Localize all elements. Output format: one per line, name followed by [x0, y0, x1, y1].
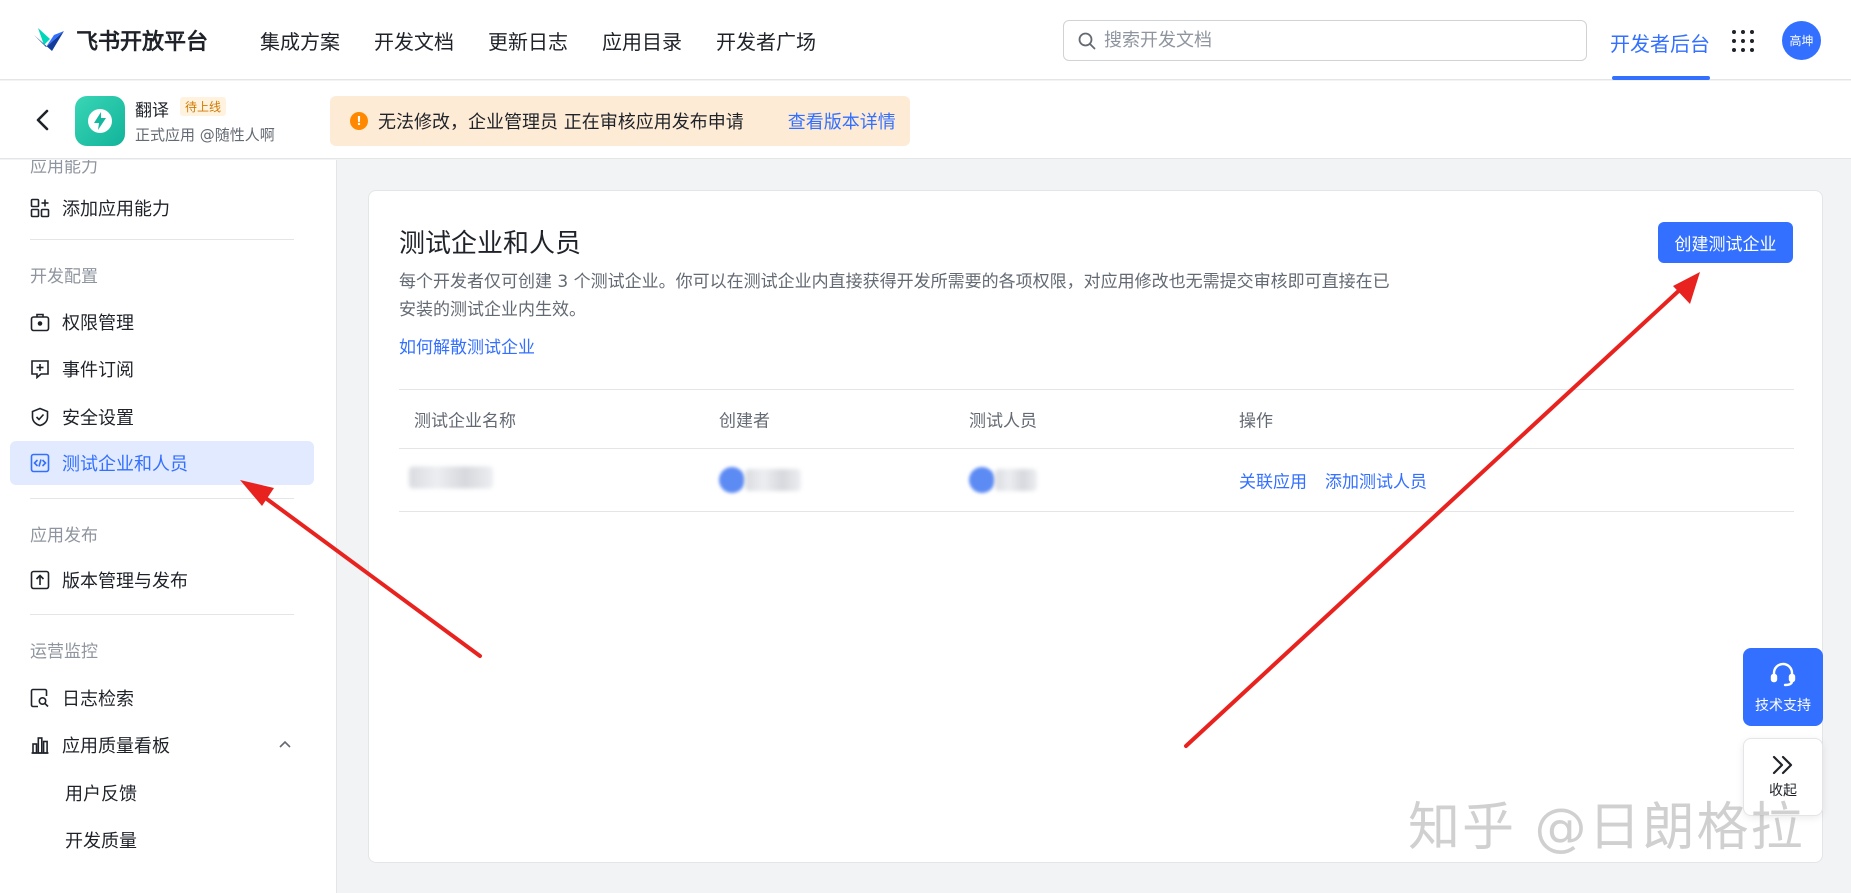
sidebar-item-label: 测试企业和人员 — [62, 454, 188, 475]
bar-chart-icon — [31, 737, 49, 754]
column-header: 操作 — [1239, 411, 1273, 432]
active-tab-indicator — [1612, 76, 1710, 80]
sidebar-item-test-enterprise[interactable]: 测试企业和人员 — [10, 441, 314, 485]
back-button[interactable] — [30, 107, 54, 133]
tech-support-label: 技术支持 — [1755, 698, 1811, 714]
sidebar-subitem-dev-quality[interactable]: 开发质量 — [65, 827, 137, 853]
tester-redacted — [969, 467, 1037, 493]
sidebar-item-version-release[interactable]: 版本管理与发布 — [10, 558, 314, 602]
zhihu-watermark: 知乎 @日朗格拉 — [1408, 798, 1805, 858]
sidebar-group-ops: 运营监控 — [30, 642, 98, 662]
brand-logo[interactable]: 飞书开放平台 — [32, 24, 208, 56]
sidebar-item-log-search[interactable]: 日志检索 — [10, 676, 314, 720]
creator-redacted — [719, 467, 801, 493]
sidebar-item-label: 日志检索 — [62, 689, 134, 710]
sidebar-item-label: 事件订阅 — [62, 360, 134, 381]
nav-docs[interactable]: 开发文档 — [374, 26, 454, 55]
sidebar-item-label: 权限管理 — [62, 313, 134, 334]
sidebar-item-permissions[interactable]: 权限管理 — [10, 300, 314, 344]
app-icon — [75, 96, 125, 146]
warning-icon: ! — [350, 112, 368, 130]
search-icon — [1078, 32, 1096, 49]
dev-console-link[interactable]: 开发者后台 — [1610, 28, 1710, 57]
sidebar-item-label: 添加应用能力 — [62, 199, 170, 220]
sidebar-item-add-capability[interactable]: 添加应用能力 — [10, 186, 314, 230]
column-header: 测试人员 — [969, 411, 1037, 432]
brand-name: 飞书开放平台 — [76, 30, 209, 55]
chevron-left-icon — [36, 109, 49, 131]
add-widget-icon — [30, 198, 50, 218]
link-app-action[interactable]: 关联应用 — [1239, 468, 1307, 493]
sidebar-group-dev: 开发配置 — [30, 267, 98, 287]
table-row: 关联应用 添加测试人员 — [399, 449, 1794, 512]
chevron-up-icon[interactable] — [278, 739, 292, 749]
app-header: 翻译 待上线 正式应用 @随性人啊 ! 无法修改，企业管理员 正在审核应用发布申… — [0, 81, 1851, 159]
sidebar-subitem-feedback[interactable]: 用户反馈 — [65, 780, 137, 806]
app-status-badge: 待上线 — [180, 97, 227, 116]
main-nav: 集成方案 开发文档 更新日志 应用目录 开发者广场 — [260, 26, 816, 55]
nav-changelog[interactable]: 更新日志 — [488, 26, 568, 55]
tech-support-button[interactable]: 技术支持 — [1743, 648, 1823, 726]
add-tester-action[interactable]: 添加测试人员 — [1325, 468, 1427, 493]
page-description: 每个开发者仅可创建 3 个测试企业。你可以在测试企业内直接获得开发所需要的各项权… — [399, 272, 1390, 320]
create-test-enterprise-button[interactable]: 创建测试企业 — [1658, 222, 1793, 263]
table-header: 测试企业名称 创建者 测试人员 操作 — [399, 389, 1794, 449]
shield-icon — [31, 407, 49, 427]
sidebar-divider — [30, 498, 294, 499]
app-grid-icon[interactable] — [1732, 30, 1754, 52]
column-header: 测试企业名称 — [414, 411, 516, 432]
sidebar-item-security[interactable]: 安全设置 — [10, 395, 314, 439]
dissolve-help-link[interactable]: 如何解散测试企业 — [399, 333, 535, 358]
sidebar-group-release: 应用发布 — [30, 526, 98, 546]
sidebar-divider — [30, 239, 294, 240]
sidebar: 应用能力 添加应用能力 开发配置 权限管理 事件订阅 安全设置 测试企业和人员 … — [0, 160, 337, 893]
sidebar-group-capability: 应用能力 — [30, 160, 98, 177]
search-box[interactable] — [1063, 20, 1587, 61]
nav-developer-plaza[interactable]: 开发者广场 — [716, 26, 816, 55]
page-title: 测试企业和人员 — [399, 229, 582, 259]
search-input[interactable] — [1104, 30, 1544, 51]
upload-icon — [30, 570, 50, 590]
top-navbar: 飞书开放平台 集成方案 开发文档 更新日志 应用目录 开发者广场 开发者后台 高… — [0, 0, 1851, 80]
sidebar-item-events[interactable]: 事件订阅 — [10, 347, 314, 391]
test-enterprise-table: 测试企业名称 创建者 测试人员 操作 关联应用 添加测试人员 — [399, 389, 1794, 512]
sidebar-item-quality-board[interactable]: 应用质量看板 — [10, 723, 314, 767]
nav-app-directory[interactable]: 应用目录 — [602, 26, 682, 55]
enterprise-name-redacted — [409, 466, 493, 494]
permission-icon — [30, 313, 50, 332]
sidebar-divider — [30, 614, 294, 615]
log-search-icon — [30, 688, 49, 708]
view-version-link[interactable]: 查看版本详情 — [788, 108, 896, 134]
code-box-icon — [30, 453, 50, 473]
app-subtitle: 正式应用 @随性人啊 — [135, 126, 275, 144]
event-icon — [31, 360, 49, 379]
user-avatar[interactable]: 高坤 — [1782, 21, 1821, 60]
test-enterprise-card: 测试企业和人员 每个开发者仅可创建 3 个测试企业。你可以在测试企业内直接获得开… — [368, 190, 1823, 863]
review-notice: ! 无法修改，企业管理员 正在审核应用发布申请 查看版本详情 — [330, 96, 910, 146]
lightning-icon — [88, 109, 112, 133]
headset-icon — [1770, 662, 1796, 687]
app-name: 翻译 — [135, 101, 169, 121]
double-chevron-right-icon — [1772, 755, 1793, 775]
column-header: 创建者 — [719, 411, 770, 432]
feishu-logo-icon — [34, 28, 64, 51]
nav-solutions[interactable]: 集成方案 — [260, 26, 340, 55]
sidebar-item-label: 版本管理与发布 — [62, 571, 188, 592]
sidebar-item-label: 安全设置 — [62, 408, 134, 429]
sidebar-item-label: 应用质量看板 — [62, 736, 170, 757]
notice-text: 无法修改，企业管理员 正在审核应用发布申请 — [378, 112, 744, 133]
